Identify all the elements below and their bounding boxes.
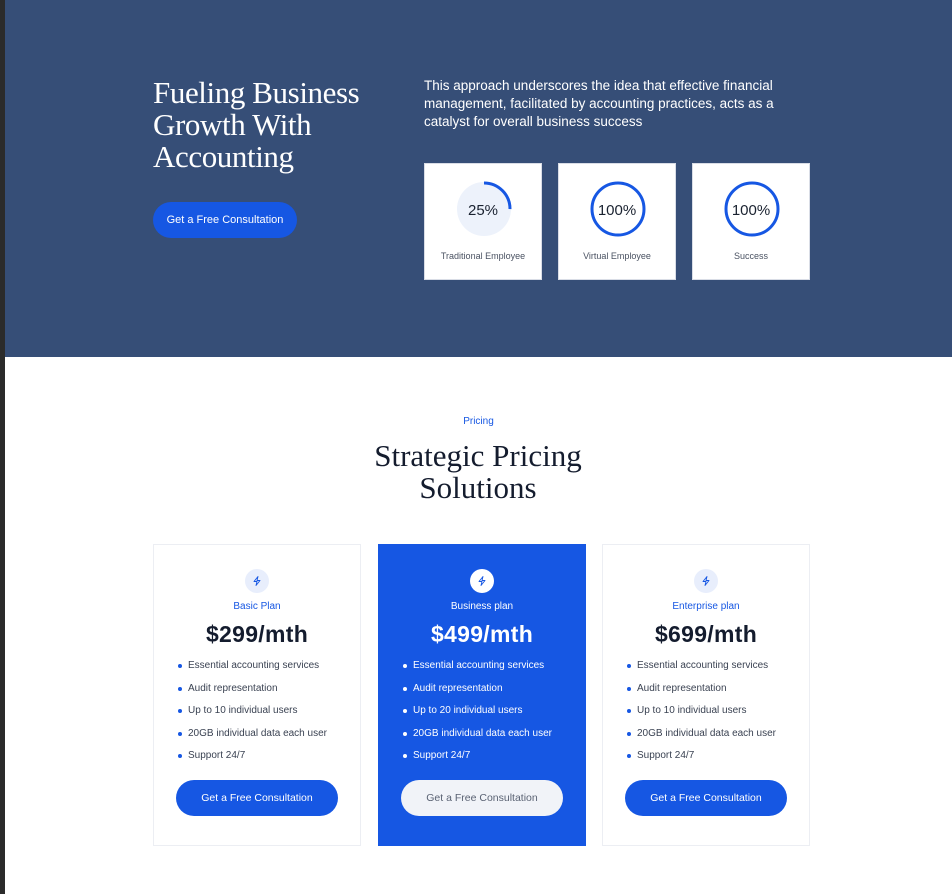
feature-item: Audit representation — [627, 683, 776, 706]
feature-item: Essential accounting services — [403, 660, 552, 683]
feature-item: Essential accounting services — [627, 660, 776, 683]
feature-list: Essential accounting services Audit repr… — [627, 660, 776, 773]
stat-card-traditional-employee: 25% Traditional Employee — [424, 163, 542, 280]
hero-consultation-button[interactable]: Get a Free Consultation — [153, 202, 297, 238]
stat-card-virtual-employee: 100% Virtual Employee — [558, 163, 676, 280]
pricing-eyebrow: Pricing — [463, 416, 494, 427]
plan-price: $299/mth — [205, 621, 309, 647]
stat-value: 100% — [597, 202, 637, 219]
hero-title: Fueling Business Growth With Accounting — [153, 77, 393, 173]
feature-item: 20GB individual data each user — [403, 728, 552, 751]
hero-title-line: Growth With — [153, 107, 312, 142]
feature-item: Up to 10 individual users — [178, 705, 327, 728]
page: Fueling Business Growth With Accounting … — [5, 0, 952, 894]
stat-label: Success — [733, 251, 768, 261]
enterprise-plan-consultation-button[interactable]: Get a Free Consultation — [625, 780, 787, 816]
plan-name: Enterprise plan — [672, 601, 740, 612]
feature-list: Essential accounting services Audit repr… — [403, 660, 552, 773]
plan-price: $699/mth — [654, 621, 758, 647]
pricing-title-line: Solutions — [419, 470, 537, 505]
feature-item: Support 24/7 — [178, 750, 327, 773]
hero-description: This approach underscores the idea that … — [424, 78, 774, 129]
stat-value: 100% — [731, 202, 771, 219]
business-plan-consultation-button[interactable]: Get a Free Consultation — [401, 780, 563, 816]
feature-item: Audit representation — [178, 683, 327, 706]
feature-item: 20GB individual data each user — [178, 728, 327, 751]
stat-label: Traditional Employee — [440, 251, 526, 261]
pricing-card-basic: Basic Plan $299/mth Essential accounting… — [153, 544, 361, 846]
lightning-icon — [694, 569, 718, 593]
feature-item: Up to 20 individual users — [403, 705, 552, 728]
feature-list: Essential accounting services Audit repr… — [178, 660, 327, 773]
basic-plan-consultation-button[interactable]: Get a Free Consultation — [176, 780, 338, 816]
hero-section: Fueling Business Growth With Accounting … — [5, 0, 952, 357]
lightning-icon — [470, 569, 494, 593]
feature-item: Essential accounting services — [178, 660, 327, 683]
stat-label: Virtual Employee — [583, 251, 651, 261]
hero-title-line: Accounting — [153, 139, 294, 174]
pricing-title: Strategic Pricing Solutions — [328, 440, 628, 504]
feature-item: Audit representation — [403, 683, 552, 706]
plan-name: Business plan — [450, 601, 514, 612]
feature-item: Up to 10 individual users — [627, 705, 776, 728]
pricing-card-business: Business plan $499/mth Essential account… — [378, 544, 586, 846]
stat-value: 25% — [467, 202, 499, 219]
feature-item: Support 24/7 — [403, 750, 552, 773]
plan-name: Basic Plan — [233, 601, 281, 612]
stat-card-success: 100% Success — [692, 163, 810, 280]
plan-price: $499/mth — [430, 621, 534, 647]
pricing-title-line: Strategic Pricing — [374, 438, 582, 473]
feature-item: Support 24/7 — [627, 750, 776, 773]
pricing-card-enterprise: Enterprise plan $699/mth Essential accou… — [602, 544, 810, 846]
lightning-icon — [245, 569, 269, 593]
hero-title-line: Fueling Business — [153, 75, 360, 110]
feature-item: 20GB individual data each user — [627, 728, 776, 751]
